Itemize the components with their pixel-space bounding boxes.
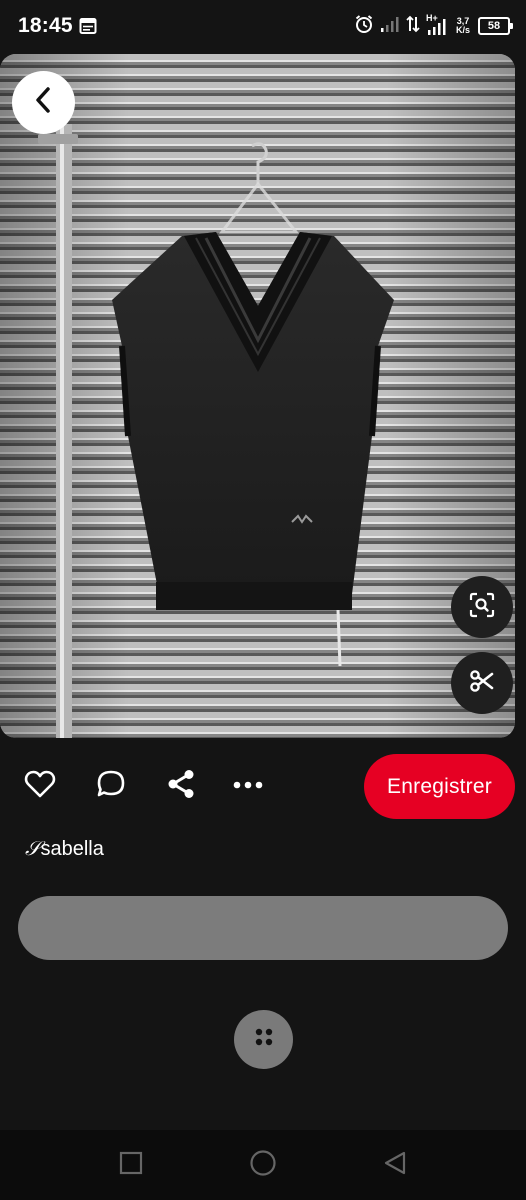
- speed-unit: K/s: [455, 25, 470, 35]
- comment-button[interactable]: [89, 764, 133, 808]
- status-time: 18:45: [18, 14, 73, 37]
- four-dots-icon: [252, 1025, 276, 1054]
- back-button[interactable]: [12, 71, 75, 134]
- signal-icon: [380, 15, 400, 38]
- cutout-button[interactable]: [451, 652, 513, 714]
- heart-icon: [24, 769, 56, 804]
- more-menu-button[interactable]: [234, 1010, 293, 1069]
- pin-author[interactable]: 𝒮 sabella: [25, 836, 104, 861]
- square-icon: [119, 1151, 143, 1180]
- like-button[interactable]: [18, 764, 62, 808]
- more-options-button[interactable]: [226, 764, 270, 808]
- recents-button[interactable]: [116, 1150, 146, 1180]
- comment-bubble-icon: [95, 768, 127, 805]
- author-name: sabella: [40, 838, 104, 860]
- save-button[interactable]: Enregistrer: [364, 754, 515, 819]
- save-button-label: Enregistrer: [387, 774, 492, 798]
- chevron-left-icon: [32, 86, 56, 119]
- triangle-back-icon: [383, 1151, 407, 1180]
- network-speed: 3,7 K/s: [456, 17, 470, 35]
- home-button[interactable]: [248, 1149, 278, 1182]
- battery-icon: 58: [478, 17, 513, 35]
- comment-input[interactable]: [18, 896, 508, 960]
- visual-search-button[interactable]: [451, 576, 513, 638]
- scissors-icon: [469, 668, 495, 699]
- battery-level: 58: [487, 20, 501, 32]
- system-nav-bar: [0, 1130, 526, 1200]
- status-icons: H+ 3,7 K/s 58: [354, 12, 513, 40]
- alarm-icon: [354, 14, 374, 39]
- nav-back-button[interactable]: [380, 1150, 410, 1180]
- circle-icon: [249, 1149, 277, 1182]
- network-signal: H+: [426, 13, 450, 37]
- lens-search-icon: [469, 592, 495, 623]
- data-transfer-icon: [406, 14, 420, 39]
- share-icon: [165, 768, 197, 805]
- share-button[interactable]: [159, 764, 203, 808]
- pin-detail-screen: 18:45 H+ 3,7 K/s 58 Enregistrer 𝒮 sabell…: [0, 0, 526, 1200]
- status-bar: 18:45 H+ 3,7 K/s 58: [0, 0, 526, 54]
- author-name-initial: 𝒮: [25, 836, 41, 860]
- calendar-icon: [79, 17, 97, 40]
- more-dots-icon: [232, 777, 264, 795]
- pin-image[interactable]: [0, 54, 515, 738]
